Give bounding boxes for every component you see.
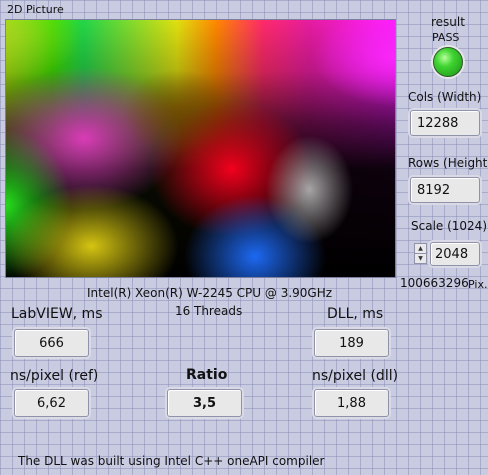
rows-field[interactable]: 8192 [410,177,480,203]
cols-label: Cols (Width) [408,90,482,104]
spin-down-icon[interactable]: ▼ [415,254,426,263]
compiler-note: The DLL was built using Intel C++ oneAPI… [18,454,325,468]
result-status: PASS [432,31,460,44]
ratio-label: Ratio [186,367,228,383]
threads-label: Threads [194,304,243,318]
cols-field[interactable]: 12288 [410,110,480,136]
spin-up-icon[interactable]: ▲ [415,244,426,254]
ratio-value: 3,5 [167,389,242,417]
dll-ms-label: DLL, ms [327,306,384,322]
pixel-count: 100663296 [400,276,469,290]
result-label: result [431,15,465,29]
scale-input[interactable]: 2048 [430,242,480,266]
scale-stepper[interactable]: ▲ ▼ [414,243,427,264]
pixel-unit: Pix. [468,278,488,291]
ns-ref-value: 6,62 [14,389,89,417]
labview-ms-label: LabVIEW, ms [11,306,103,322]
picture-display[interactable] [6,20,395,277]
scale-label: Scale (1024) [411,219,488,233]
thread-count: 16 [175,304,191,318]
rows-label: Rows (Height) [408,156,488,170]
result-led [433,47,463,77]
cpu-name: Intel(R) Xeon(R) W-2245 CPU @ 3.90GHz [87,286,333,300]
labview-ms-value: 666 [14,329,89,357]
dll-ms-value: 189 [314,329,389,357]
ns-dll-value: 1,88 [314,389,389,417]
picture-label: 2D Picture [7,3,64,16]
ns-dll-label: ns/pixel (dll) [312,368,399,384]
ns-ref-label: ns/pixel (ref) [10,368,99,384]
